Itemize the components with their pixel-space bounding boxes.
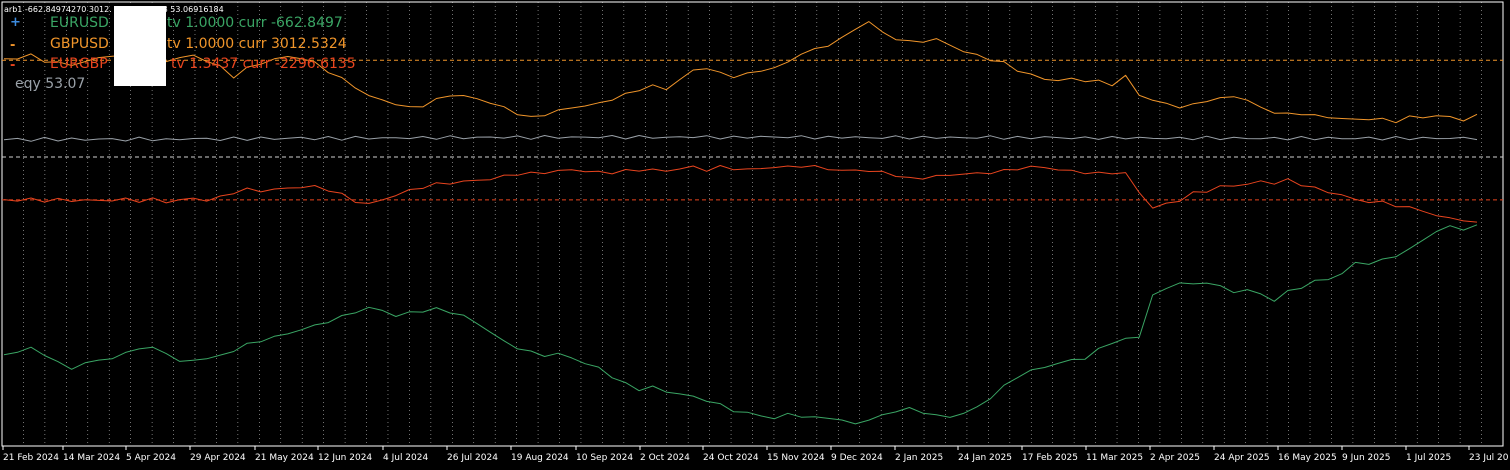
chart-window: 21 Feb 2024 14 Mar 2024 5 Apr 2024 29 Apr 2… <box>0 0 1510 470</box>
x-tick-label: 11 Mar 2025 <box>1086 453 1143 463</box>
x-tick-label: 2 Jan 2025 <box>895 453 943 463</box>
legend-symbol-eurgbp: EURGBP <box>50 56 108 72</box>
legend-marker-eurusd: + <box>10 15 21 30</box>
x-tick-label: 15 Nov 2024 <box>767 453 825 463</box>
x-tick-label: 10 Sep 2024 <box>576 453 633 463</box>
x-tick-label: 12 Jun 2024 <box>318 453 372 463</box>
x-tick-label: 16 May 2025 <box>1278 453 1337 463</box>
x-tick-label: 21 May 2024 <box>255 453 314 463</box>
x-tick-label: 9 Dec 2024 <box>831 453 883 463</box>
legend-marker-eurgbp: - <box>10 58 16 73</box>
x-tick-label: 17 Feb 2025 <box>1022 453 1078 463</box>
x-tick-label: 19 Aug 2024 <box>511 453 569 463</box>
x-tick-label: 21 Feb 2024 <box>3 453 59 463</box>
x-tick-label: 14 Mar 2024 <box>63 453 120 463</box>
legend-equity: eqy 53.07 <box>15 76 86 92</box>
x-tick-label: 9 Jun 2025 <box>1342 453 1390 463</box>
legend-values-eurgbp: tv 1.3437 curr -2296.6135 <box>171 56 356 72</box>
x-tick-label: 24 Apr 2025 <box>1214 453 1270 463</box>
legend-marker-gbpusd: - <box>10 38 16 53</box>
x-tick-label: 2 Apr 2025 <box>1150 453 1200 463</box>
series-line-eqy <box>3 135 1478 142</box>
x-tick-label: 29 Apr 2024 <box>190 453 246 463</box>
x-tick-label: 1 Jul 2025 <box>1406 453 1451 463</box>
legend-values-eurusd: tv 1.0000 curr -662.8497 <box>167 15 343 31</box>
x-tick-label: 24 Jan 2025 <box>958 453 1012 463</box>
legend-symbol-gbpusd: GBPUSD <box>50 36 109 52</box>
x-tick-label: 24 Oct 2024 <box>703 453 759 463</box>
redacted-overlay <box>114 6 166 86</box>
x-tick-label: 2 Oct 2024 <box>640 453 690 463</box>
legend-values-gbpusd: tv 1.0000 curr 3012.5324 <box>167 36 347 52</box>
legend-symbol-eurusd: EURUSD <box>50 15 109 31</box>
x-tick-label: 23 Jul 20 <box>1469 453 1509 463</box>
x-tick-label: 4 Jul 2024 <box>383 453 428 463</box>
series-line-eurgbp <box>3 165 1478 223</box>
series-line-eurusd <box>3 224 1478 425</box>
x-tick-label: 5 Apr 2024 <box>126 453 176 463</box>
x-tick-label: 26 Jul 2024 <box>447 453 498 463</box>
